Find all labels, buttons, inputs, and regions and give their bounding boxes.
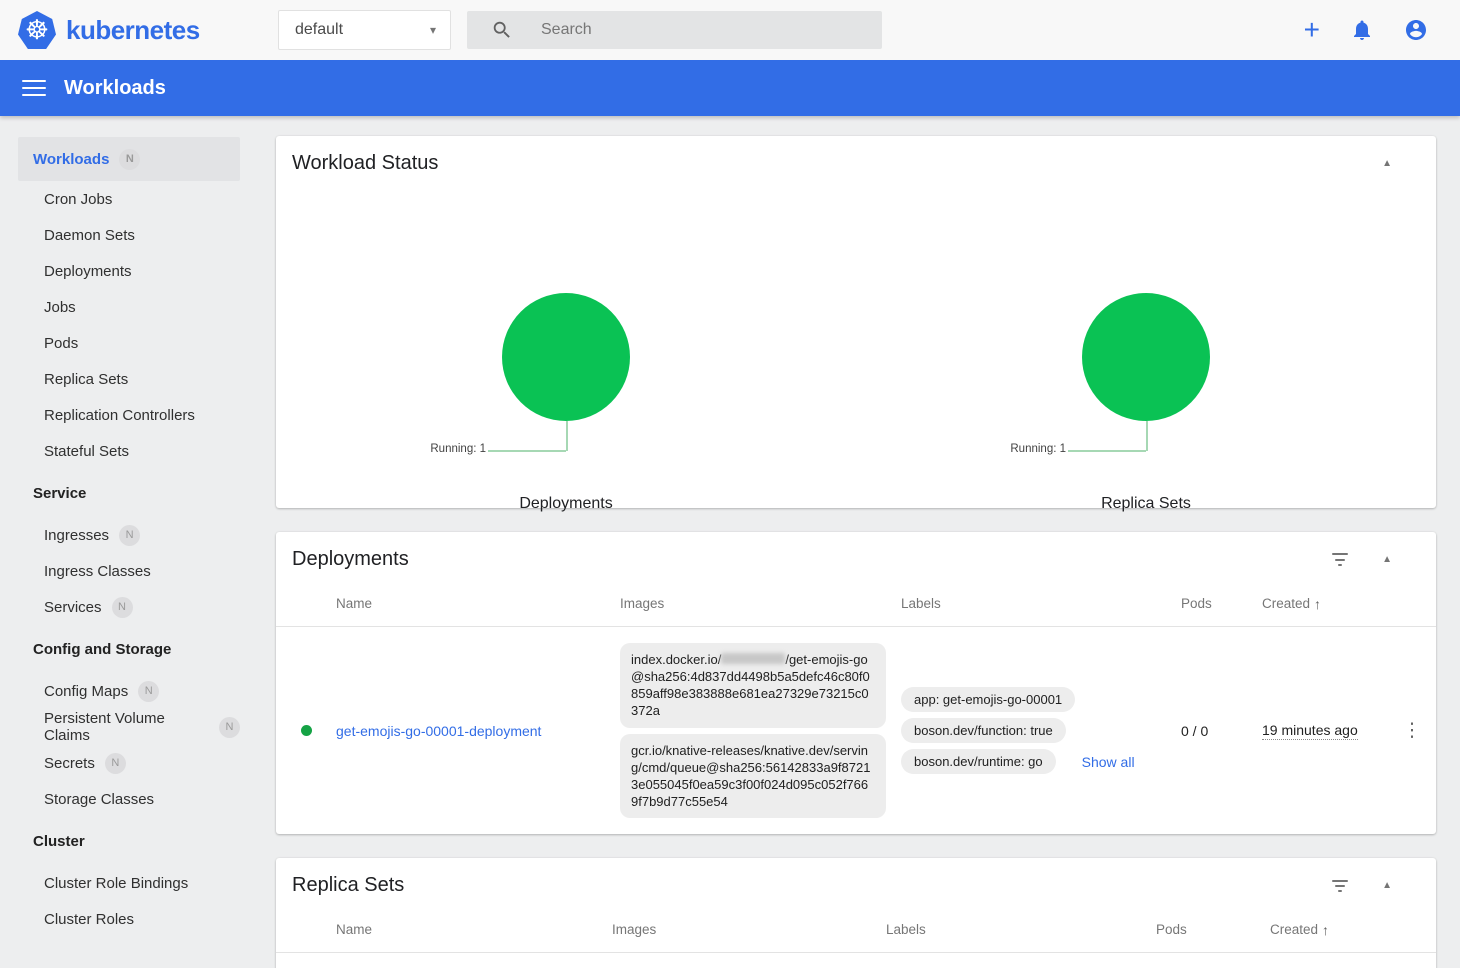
menu-hamburger-icon[interactable] <box>22 75 46 101</box>
sidebar-item-ingress-classes[interactable]: Ingress Classes <box>18 553 240 589</box>
column-header-created[interactable]: Created ↑ <box>1262 596 1388 612</box>
running-legend: Running: 1 <box>1010 443 1066 455</box>
sidebar-item-cron-jobs[interactable]: Cron Jobs <box>18 181 240 217</box>
top-app-bar: ☸ kubernetes default ▾ + <box>0 0 1460 60</box>
column-header-name[interactable]: Name <box>336 596 620 611</box>
filter-icon[interactable] <box>1332 878 1348 894</box>
sidebar-section-config-and-storage: Config and Storage <box>18 631 240 667</box>
nav-sidebar: Workloads N Cron Jobs Daemon Sets Deploy… <box>0 116 256 968</box>
search-bar[interactable] <box>467 11 882 49</box>
deployments-title: Deployments <box>292 548 409 571</box>
deployments-card: Deployments ▲ Name Images Labels Pods Cr… <box>276 532 1436 834</box>
sidebar-item-services[interactable]: Services N <box>18 589 240 625</box>
workload-status-title: Workload Status <box>292 152 438 175</box>
image-chip: gcr.io/knative-releases/knative.dev/serv… <box>620 734 886 819</box>
label-chip: app: get-emojis-go-00001 <box>901 687 1075 712</box>
sort-ascending-icon: ↑ <box>1322 922 1329 938</box>
page-toolbar: Workloads <box>0 60 1460 116</box>
deployment-name-link[interactable]: get-emojis-go-00001-deployment <box>336 723 559 739</box>
chart-label: Deployments <box>276 495 856 513</box>
user-account-icon[interactable] <box>1404 18 1428 42</box>
deployments-status-chart: Running: 1 Deployments <box>276 175 856 503</box>
new-badge: N <box>119 525 140 546</box>
new-badge: N <box>119 149 140 170</box>
replica-sets-status-chart: Running: 1 Replica Sets <box>856 175 1436 503</box>
kubernetes-brand[interactable]: ☸ kubernetes <box>0 11 258 49</box>
notifications-bell-icon[interactable] <box>1350 18 1374 42</box>
image-chip: index.docker.io//get-emojis-go@sha256:4d… <box>620 643 886 728</box>
collapse-card-icon[interactable]: ▲ <box>1382 554 1392 565</box>
namespace-selector[interactable]: default ▾ <box>278 10 451 50</box>
sidebar-item-jobs[interactable]: Jobs <box>18 289 240 325</box>
new-badge: N <box>219 717 240 738</box>
brand-name: kubernetes <box>66 15 200 46</box>
column-header-images: Images <box>620 596 901 611</box>
sidebar-item-config-maps[interactable]: Config Maps N <box>18 673 240 709</box>
sidebar-item-ingresses[interactable]: Ingresses N <box>18 517 240 553</box>
row-actions-kebab-icon[interactable]: ⋮ <box>1388 721 1436 740</box>
sidebar-item-daemon-sets[interactable]: Daemon Sets <box>18 217 240 253</box>
column-header-pods: Pods <box>1181 596 1262 611</box>
sidebar-section-cluster: Cluster <box>18 823 240 859</box>
column-header-created[interactable]: Created ↑ <box>1270 922 1388 938</box>
replica-set-row: get-emojis-go-00001-deployment- index.do… <box>276 953 1436 968</box>
label-chip: boson.dev/runtime: go <box>901 749 1056 774</box>
status-running-icon <box>301 725 312 736</box>
chart-label: Replica Sets <box>856 495 1436 513</box>
sidebar-item-deployments[interactable]: Deployments <box>18 253 240 289</box>
column-header-labels: Labels <box>901 596 1181 611</box>
sidebar-section-service: Service <box>18 475 240 511</box>
column-header-pods: Pods <box>1156 922 1270 937</box>
sort-ascending-icon: ↑ <box>1314 596 1321 612</box>
pods-count: 0 / 0 <box>1181 723 1262 739</box>
collapse-card-icon[interactable]: ▲ <box>1382 880 1392 891</box>
label-chip: boson.dev/function: true <box>901 718 1066 743</box>
sidebar-item-storage-classes[interactable]: Storage Classes <box>18 781 240 817</box>
sidebar-item-workloads[interactable]: Workloads N <box>18 137 240 181</box>
new-badge: N <box>138 681 159 702</box>
chevron-down-icon: ▾ <box>430 23 436 37</box>
show-all-labels-link[interactable]: Show all <box>1082 754 1135 770</box>
search-input[interactable] <box>541 21 841 39</box>
new-badge: N <box>112 597 133 618</box>
legend-connector-line <box>566 421 568 451</box>
column-header-images: Images <box>612 922 886 937</box>
page-title: Workloads <box>64 77 166 100</box>
deployments-pie-running <box>502 293 630 421</box>
collapse-card-icon[interactable]: ▲ <box>1382 158 1392 169</box>
replica-sets-pie-running <box>1082 293 1210 421</box>
namespace-value: default <box>295 21 343 39</box>
workload-status-card: Workload Status ▲ Running: 1 Deployments <box>276 136 1436 508</box>
filter-icon[interactable] <box>1332 552 1348 568</box>
sidebar-item-persistent-volume-claims[interactable]: Persistent Volume Claims N <box>18 709 240 745</box>
redacted-registry-user <box>721 653 785 664</box>
new-badge: N <box>105 753 126 774</box>
legend-connector-line <box>1146 421 1148 451</box>
sidebar-item-cluster-roles[interactable]: Cluster Roles <box>18 901 240 937</box>
sidebar-item-secrets[interactable]: Secrets N <box>18 745 240 781</box>
replica-sets-card: Replica Sets ▲ Name Images Labels Pods C… <box>276 858 1436 968</box>
replica-sets-table-header: Name Images Labels Pods Created ↑ <box>276 907 1436 953</box>
sidebar-item-stateful-sets[interactable]: Stateful Sets <box>18 433 240 469</box>
sidebar-item-pods[interactable]: Pods <box>18 325 240 361</box>
replica-sets-title: Replica Sets <box>292 874 404 897</box>
kubernetes-logo-icon: ☸ <box>18 11 56 49</box>
sidebar-item-replication-controllers[interactable]: Replication Controllers <box>18 397 240 433</box>
created-timestamp[interactable]: 19 minutes ago <box>1262 722 1358 740</box>
create-resource-button[interactable]: + <box>1304 18 1320 42</box>
legend-connector-line <box>1068 450 1146 452</box>
running-legend: Running: 1 <box>430 443 486 455</box>
deployments-table-header: Name Images Labels Pods Created ↑ <box>276 581 1436 627</box>
search-icon <box>491 19 513 41</box>
sidebar-item-replica-sets[interactable]: Replica Sets <box>18 361 240 397</box>
legend-connector-line <box>488 450 566 452</box>
column-header-name[interactable]: Name <box>336 922 612 937</box>
sidebar-item-cluster-role-bindings[interactable]: Cluster Role Bindings <box>18 865 240 901</box>
main-content: Workload Status ▲ Running: 1 Deployments <box>256 116 1460 968</box>
deployment-row: get-emojis-go-00001-deployment index.doc… <box>276 627 1436 834</box>
column-header-labels: Labels <box>886 922 1156 937</box>
